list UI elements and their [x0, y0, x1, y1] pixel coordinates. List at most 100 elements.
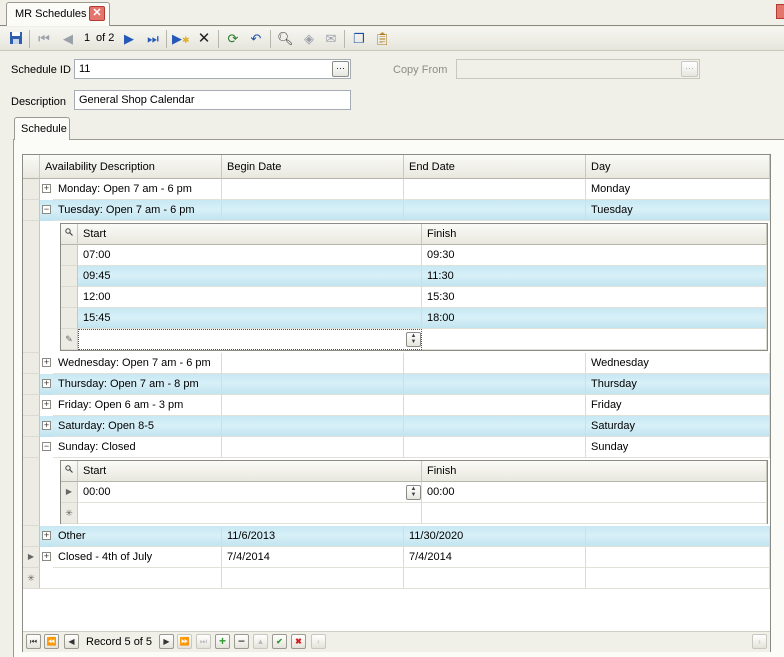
- nav-edit-icon[interactable]: ▲: [253, 634, 268, 649]
- new-start-input[interactable]: [78, 503, 422, 524]
- detail-column-start[interactable]: Start: [78, 461, 422, 482]
- detail-column-finish[interactable]: Finish: [422, 461, 767, 482]
- save-icon[interactable]: [8, 31, 24, 47]
- schedule-id-field[interactable]: 11 ···: [74, 59, 351, 79]
- nav-next-page-icon[interactable]: ⏩: [177, 634, 192, 649]
- cell-description: Closed - 4th of July: [53, 547, 222, 568]
- document-tab-mr-schedules[interactable]: MR Schedules ✕: [6, 2, 110, 26]
- search-icon[interactable]: [61, 461, 78, 482]
- nav-next-icon[interactable]: ▶: [159, 634, 174, 649]
- table-row[interactable]: + Other 11/6/2013 11/30/2020: [23, 526, 770, 547]
- nav-post-icon[interactable]: ✔: [272, 634, 287, 649]
- expand-icon[interactable]: +: [42, 379, 51, 388]
- cell-end-date: [404, 353, 586, 374]
- new-record-icon[interactable]: ▶✱: [172, 31, 190, 47]
- nav-first-icon[interactable]: ⏮: [26, 634, 41, 649]
- expand-icon[interactable]: +: [42, 421, 51, 430]
- scroll-right-icon[interactable]: ›: [752, 634, 767, 649]
- new-day-input[interactable]: [586, 568, 770, 589]
- detail-column-finish[interactable]: Finish: [422, 224, 767, 245]
- new-finish-input[interactable]: [422, 329, 767, 350]
- table-row[interactable]: + Monday: Open 7 am - 6 pm Monday: [23, 179, 770, 200]
- first-record-icon[interactable]: ⏮: [36, 31, 52, 47]
- tab-schedule[interactable]: Schedule: [14, 117, 70, 140]
- table-row[interactable]: − Sunday: Closed Sunday: [23, 437, 770, 458]
- expand-icon[interactable]: +: [42, 358, 51, 367]
- cell-start: 12:00: [78, 287, 422, 308]
- cell-finish: 09:30: [422, 245, 767, 266]
- new-end-date-input[interactable]: [404, 568, 586, 589]
- table-row[interactable]: + Friday: Open 6 am - 3 pm Friday: [23, 395, 770, 416]
- cell-start[interactable]: 00:00: [78, 482, 422, 503]
- mail-icon[interactable]: ✉: [323, 31, 339, 47]
- new-row[interactable]: ✳: [23, 568, 770, 589]
- new-finish-input[interactable]: [422, 503, 767, 524]
- delete-icon[interactable]: ✕: [196, 31, 212, 47]
- cell-begin-date: [222, 179, 404, 200]
- nav-delete-icon[interactable]: −: [234, 634, 249, 649]
- cell-end-date: [404, 416, 586, 437]
- close-tab-icon[interactable]: ✕: [89, 6, 105, 21]
- row-indicator: [61, 245, 78, 266]
- attachment-icon[interactable]: ◈: [301, 31, 317, 47]
- undo-icon[interactable]: ↶: [248, 31, 264, 47]
- nav-cancel-icon[interactable]: ✖: [291, 634, 306, 649]
- table-row[interactable]: 15:45 18:00: [61, 308, 767, 329]
- time-spinner-icon[interactable]: ▲ ▼: [406, 485, 421, 500]
- row-indicator: [23, 221, 40, 353]
- table-row[interactable]: + Wednesday: Open 7 am - 6 pm Wednesday: [23, 353, 770, 374]
- column-header-begin-date[interactable]: Begin Date: [222, 155, 404, 179]
- expand-icon[interactable]: +: [42, 552, 51, 561]
- nav-add-icon[interactable]: +: [215, 634, 230, 649]
- copy-from-field[interactable]: ···: [456, 59, 700, 79]
- cell-finish: 18:00: [422, 308, 767, 329]
- description-label: Description: [11, 96, 67, 108]
- nav-previous-page-icon[interactable]: ⏪: [44, 634, 59, 649]
- record-total: of 2: [96, 32, 115, 44]
- close-window-icon[interactable]: [776, 4, 784, 19]
- table-row[interactable]: ▶ 00:00 ▲ ▼ 00:00: [61, 482, 767, 503]
- next-record-icon[interactable]: ▶: [121, 31, 137, 47]
- new-description-input[interactable]: [40, 568, 222, 589]
- refresh-icon[interactable]: ⟳: [225, 31, 241, 47]
- new-start-input[interactable]: [78, 329, 422, 350]
- cell-start: 09:45: [78, 266, 422, 287]
- table-row[interactable]: 12:00 15:30: [61, 287, 767, 308]
- collapse-icon[interactable]: −: [42, 205, 51, 214]
- table-row[interactable]: 07:00 09:30: [61, 245, 767, 266]
- table-row[interactable]: + Saturday: Open 8-5 Saturday: [23, 416, 770, 437]
- row-indicator: [23, 374, 40, 395]
- column-header-day[interactable]: Day: [586, 155, 770, 179]
- table-row[interactable]: 09:45 11:30: [61, 266, 767, 287]
- description-field[interactable]: General Shop Calendar: [74, 90, 351, 110]
- previous-record-icon[interactable]: ◀: [60, 31, 76, 47]
- copy-icon[interactable]: ❐: [351, 31, 367, 47]
- cell-finish: 11:30: [422, 266, 767, 287]
- last-record-icon[interactable]: ⏭: [145, 31, 161, 47]
- new-row[interactable]: ✳: [61, 503, 767, 524]
- sunday-detail-grid: Start Finish ▶ 00:00 ▲ ▼ 00:00 ✳: [60, 460, 768, 524]
- search-icon[interactable]: [61, 224, 78, 245]
- schedule-id-lookup-button[interactable]: ···: [332, 61, 349, 77]
- table-row[interactable]: ▶ + Closed - 4th of July 7/4/2014 7/4/20…: [23, 547, 770, 568]
- cell-end-date: [404, 437, 586, 458]
- new-begin-date-input[interactable]: [222, 568, 404, 589]
- expand-icon[interactable]: +: [42, 400, 51, 409]
- table-row[interactable]: + Thursday: Open 7 am - 8 pm Thursday: [23, 374, 770, 395]
- collapse-icon[interactable]: −: [42, 442, 51, 451]
- table-row[interactable]: − Tuesday: Open 7 am - 6 pm Tuesday: [23, 200, 770, 221]
- new-row[interactable]: ✎ ▲ ▼: [61, 329, 767, 350]
- nav-last-icon[interactable]: ⏭: [196, 634, 211, 649]
- column-header-availability[interactable]: Availability Description: [40, 155, 222, 179]
- find-icon[interactable]: 🔍︎: [277, 31, 294, 47]
- copy-from-lookup-button[interactable]: ···: [681, 61, 698, 77]
- scroll-left-icon[interactable]: ‹: [311, 634, 326, 649]
- column-header-end-date[interactable]: End Date: [404, 155, 586, 179]
- edit-pencil-icon: ✎: [61, 329, 78, 350]
- paste-icon[interactable]: 📋︎: [374, 31, 391, 47]
- expand-icon[interactable]: +: [42, 184, 51, 193]
- detail-column-start[interactable]: Start: [78, 224, 422, 245]
- nav-previous-icon[interactable]: ◀: [64, 634, 79, 649]
- time-spinner-icon[interactable]: ▲ ▼: [406, 332, 421, 347]
- expand-icon[interactable]: +: [42, 531, 51, 540]
